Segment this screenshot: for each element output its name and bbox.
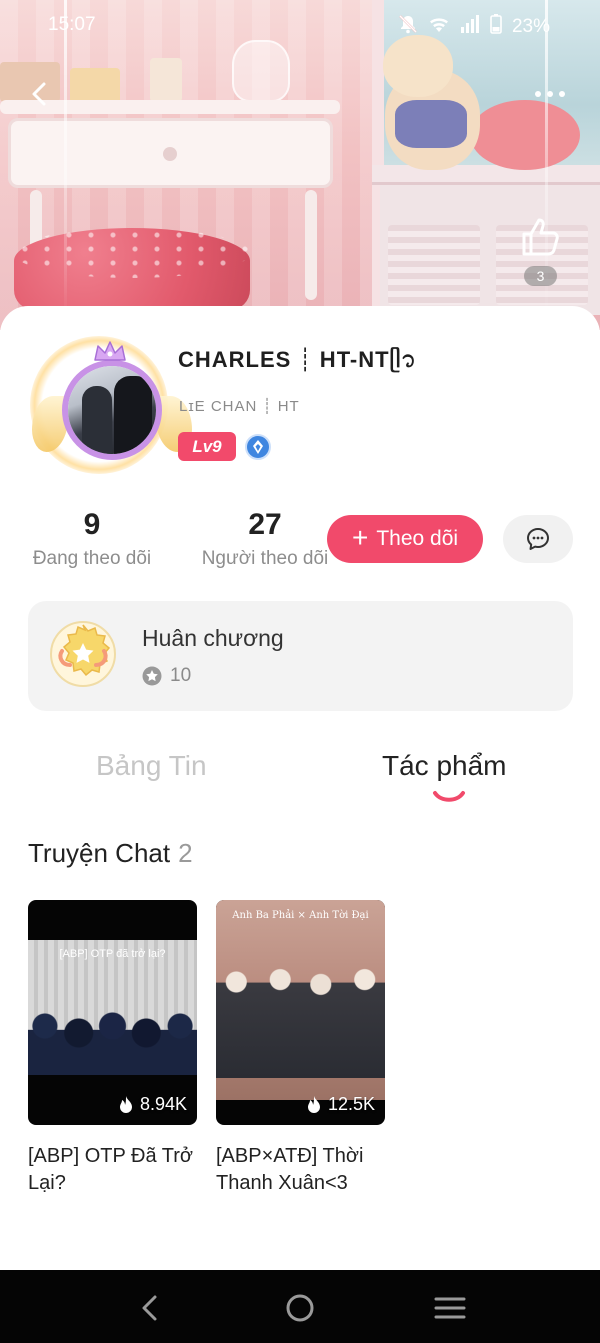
nav-back-icon — [142, 1295, 157, 1321]
nav-recents-button[interactable] — [432, 1290, 468, 1326]
tab-active-indicator — [433, 791, 465, 802]
follow-button[interactable]: + Theo dõi — [327, 515, 483, 563]
chevron-left-icon — [32, 82, 46, 106]
nav-back-button[interactable] — [132, 1290, 168, 1326]
medal-count: 10 — [170, 665, 192, 686]
display-name: CHARLES ┊ HT-NTᥫ᭡ — [178, 347, 417, 372]
followers-label: Người theo dõi — [201, 548, 329, 569]
medal-icon — [50, 621, 116, 687]
section-title: Truyện Chat 2 — [28, 838, 193, 869]
chat-bubble-icon — [527, 528, 549, 550]
story-title: [ABP×ATĐ] Thời Thanh Xuân<3 — [216, 1145, 364, 1194]
cover-drawer-knob — [163, 147, 177, 161]
nav-home-button[interactable] — [282, 1290, 318, 1326]
system-nav-bar — [0, 1270, 600, 1343]
star-badge-icon — [142, 666, 162, 686]
cover-window-sill — [372, 165, 600, 185]
story-thumbnail-people — [216, 958, 385, 1078]
cover-plush-shirt — [395, 100, 467, 148]
more-options-button[interactable] — [530, 84, 570, 104]
plus-icon: + — [351, 521, 369, 553]
medal-title: Huân chương — [142, 625, 284, 651]
story-title: [ABP] OTP Đã Trở Lại? — [28, 1145, 194, 1194]
flame-icon — [307, 1095, 320, 1113]
status-icons: 23% — [398, 14, 550, 40]
story-thumbnail: [ABP] OTP đã trở lại? 8.94K — [28, 900, 197, 1125]
story-thumbnail-caption: [ABP] OTP đã trở lại? — [59, 948, 166, 960]
battery-percent: 23% — [511, 16, 550, 37]
cover-stool-pattern — [14, 228, 250, 278]
story-thumbnail-caption: Anh Ba Phải × Anh Tời Đại — [232, 910, 369, 921]
wifi-icon — [428, 15, 450, 39]
section-count: 2 — [178, 838, 193, 868]
thumbs-up-icon — [522, 218, 559, 256]
cover-vanity-leg — [305, 190, 317, 300]
status-bar: 15:07 23% — [0, 0, 600, 50]
cover-gift-box — [70, 68, 120, 104]
tab-news[interactable]: Bảng Tin — [96, 750, 207, 782]
following-label: Đang theo dõi — [32, 548, 152, 569]
section-title-label: Truyện Chat — [28, 838, 171, 868]
medal-card[interactable]: Huân chương 10 — [28, 601, 573, 711]
story-thumbnail-image — [216, 900, 385, 1100]
tab-works[interactable]: Tác phẩm — [382, 750, 507, 782]
avatar-person — [82, 386, 112, 454]
view-count: 8.94K — [118, 1094, 187, 1115]
back-button[interactable] — [24, 78, 56, 110]
nav-menu-icon — [434, 1297, 466, 1319]
silent-bell-icon — [398, 14, 418, 40]
profile-tabs: Bảng Tin Tác phẩm — [0, 750, 600, 810]
avatar-person — [114, 376, 152, 454]
like-count: 3 — [524, 266, 557, 286]
follow-button-label: Theo dõi — [376, 527, 459, 550]
verified-badge-icon[interactable] — [245, 433, 271, 460]
signal-icon — [460, 15, 480, 39]
flame-icon — [119, 1095, 132, 1113]
followers-count: 27 — [248, 508, 282, 541]
story-thumbnail-people — [28, 1005, 197, 1075]
more-dot-icon — [547, 91, 553, 97]
cover-pillow — [470, 100, 580, 170]
followers-stat[interactable]: 27 Người theo dõi — [196, 508, 334, 570]
view-count-value: 8.94K — [139, 1094, 187, 1114]
like-button[interactable] — [518, 214, 564, 264]
avatar[interactable] — [30, 336, 192, 474]
story-thumbnail: Anh Ba Phải × Anh Tời Đại 12.5K — [216, 900, 385, 1125]
view-count-value: 12.5K — [327, 1094, 375, 1114]
user-handle: LɪE CHAN ┊ HT — [179, 398, 300, 415]
cover-cabinet — [380, 185, 600, 315]
message-button[interactable] — [503, 515, 573, 563]
status-time: 15:07 — [48, 14, 96, 35]
medal-count-row: 10 — [142, 665, 191, 687]
following-stat[interactable]: 9 Đang theo dõi — [26, 508, 158, 570]
following-count: 9 — [83, 508, 101, 541]
level-badge[interactable]: Lv9 — [178, 432, 236, 461]
badge-row: Lv9 — [178, 432, 271, 461]
battery-icon — [490, 14, 502, 40]
story-card[interactable]: Anh Ba Phải × Anh Tời Đại 12.5K [ABP×ATĐ… — [216, 900, 385, 1197]
view-count: 12.5K — [306, 1094, 375, 1115]
cover-vanity-drawer — [8, 118, 333, 188]
cover-cabinet-door — [388, 225, 480, 305]
more-dot-icon — [559, 91, 565, 97]
crown-icon — [94, 341, 126, 361]
story-card[interactable]: [ABP] OTP đã trở lại? 8.94K [ABP] OTP Đã… — [28, 900, 197, 1197]
cover-brush-cup — [150, 58, 182, 102]
more-dot-icon — [535, 91, 541, 97]
story-thumbnail-image — [28, 940, 197, 1075]
nav-home-icon — [286, 1294, 314, 1322]
avatar-image — [68, 366, 156, 454]
